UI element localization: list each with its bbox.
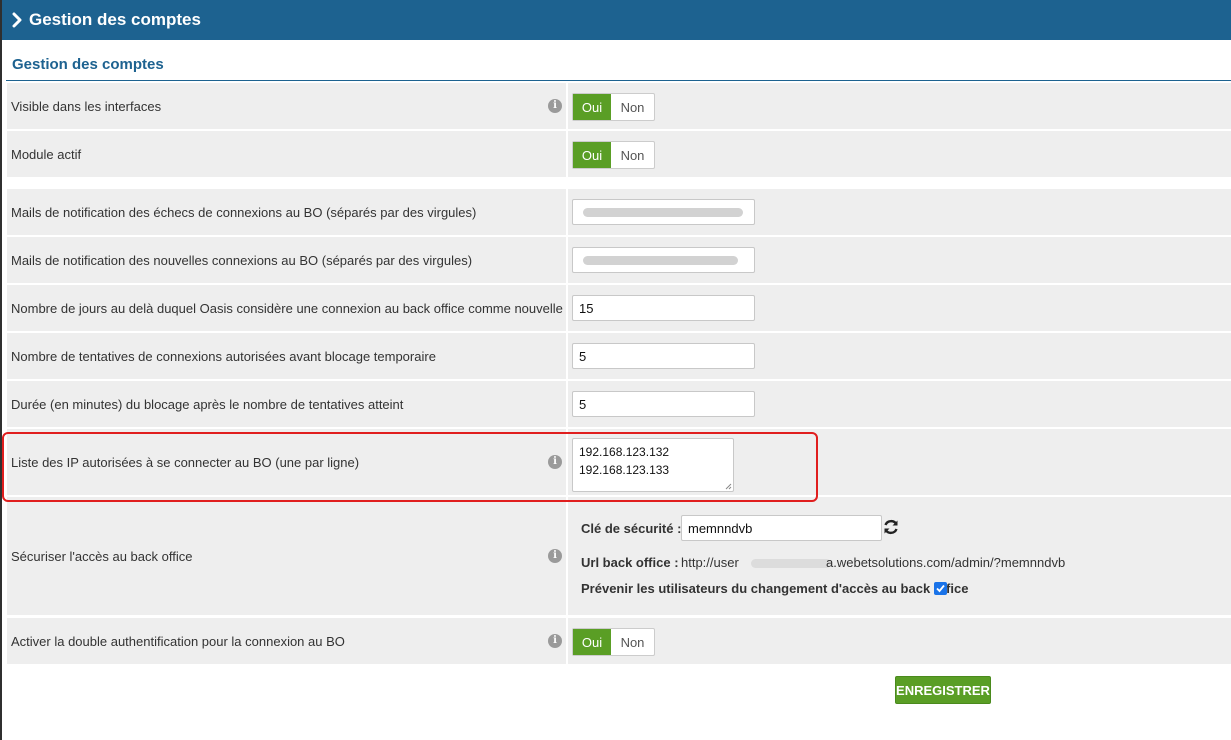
duree-input[interactable]: 5 [572,391,755,417]
redacted-text [751,559,831,568]
security-key-input[interactable]: memnndvb [681,515,882,541]
setting-label: Mails de notification des échecs de conn… [11,204,477,220]
setting-row-tentatives: Nombre de tentatives de connexions autor… [7,333,1231,379]
setting-label: Nombre de jours au delà duquel Oasis con… [11,300,563,316]
notify-users-checkbox[interactable] [934,582,947,595]
page-header: Gestion des comptes [2,0,1231,40]
security-key-label: Clé de sécurité : [581,521,682,536]
setting-row-mails-echecs: Mails de notification des échecs de conn… [7,189,1231,235]
setting-row-jours: Nombre de jours au delà duquel Oasis con… [7,285,1231,331]
setting-label: Durée (en minutes) du blocage après le n… [11,396,404,412]
info-icon[interactable]: i [548,99,562,113]
toggle-oui-button[interactable]: Oui [573,142,611,168]
section-title: Gestion des comptes [12,56,164,73]
redacted-text [583,208,743,217]
setting-label: Mails de notification des nouvelles conn… [11,252,473,268]
url-suffix: a.webetsolutions.com/admin/?memnndvb [826,555,1066,570]
setting-row-mails-nouvelles: Mails de notification des nouvelles conn… [7,237,1231,283]
mails-echecs-input[interactable] [572,199,755,225]
redacted-text [583,256,738,265]
setting-row-double-auth: Activer la double authentification pour … [7,618,1231,664]
setting-row-module-actif: Module actif Oui Non [7,131,1231,177]
setting-label: Nombre de tentatives de connexions autor… [11,348,436,364]
module-actif-toggle: Oui Non [572,141,655,169]
url-label: Url back office : [581,555,679,570]
notify-users-label: Prévenir les utilisateurs du changement … [581,581,969,596]
section-divider [6,80,1231,81]
double-auth-toggle: Oui Non [572,628,655,656]
tentatives-input[interactable]: 5 [572,343,755,369]
jours-input[interactable]: 15 [572,295,755,321]
mails-nouvelles-input[interactable] [572,247,755,273]
info-icon[interactable]: i [548,634,562,648]
setting-row-visible: Visible dans les interfaces i Oui Non [7,83,1231,129]
chevron-right-icon [12,11,26,29]
window-edge [0,0,2,740]
toggle-non-button[interactable]: Non [611,142,654,168]
setting-label: Module actif [11,146,82,162]
url-prefix: http://user [681,555,739,570]
setting-label: Visible dans les interfaces [11,98,162,114]
page-title: Gestion des comptes [29,10,201,29]
info-icon[interactable]: i [548,549,562,563]
setting-row-securiser: Sécuriser l'accès au back office i Clé d… [7,497,1231,615]
setting-row-duree: Durée (en minutes) du blocage après le n… [7,381,1231,427]
setting-label: Sécuriser l'accès au back office [11,548,193,564]
setting-label: Activer la double authentification pour … [11,633,345,649]
toggle-non-button[interactable]: Non [611,94,654,120]
toggle-oui-button[interactable]: Oui [573,94,611,120]
toggle-oui-button[interactable]: Oui [573,629,611,655]
toggle-non-button[interactable]: Non [611,629,654,655]
visible-toggle: Oui Non [572,93,655,121]
annotation-highlight-box [2,432,818,502]
save-button[interactable]: ENREGISTRER [895,676,991,704]
checkmark-icon [936,584,945,593]
refresh-icon[interactable] [882,518,900,536]
